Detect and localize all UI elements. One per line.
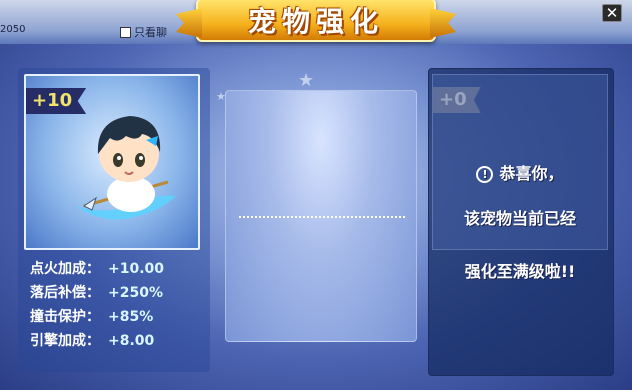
stat-label: 落后补偿：: [30, 285, 100, 301]
message-line-1: ! 恭喜你，: [432, 160, 608, 184]
page-title: 宠物强化: [247, 5, 384, 38]
stat-value: +10.00: [108, 261, 165, 277]
checkbox-icon[interactable]: [120, 26, 131, 38]
stat-row: 引擎加成： +8.00: [30, 330, 164, 354]
star-icon: ★: [298, 70, 315, 91]
pet-stats: 点火加成： +10.00 落后补偿： +250% 撞击保护： +85% 引擎加成： +8…: [30, 258, 164, 354]
message-line-2: 该宠物当前已经: [463, 209, 576, 228]
stat-value: +85%: [108, 309, 154, 325]
congrats-text: 恭喜你，: [499, 164, 564, 183]
title-banner: 宠物强化: [196, 0, 436, 42]
stat-value: +250%: [108, 285, 163, 301]
stat-row: 点火加成： +10.00: [30, 258, 164, 282]
close-icon: ✕: [605, 4, 619, 22]
close-button[interactable]: ✕: [602, 4, 622, 22]
stat-row: 撞击保护： +85%: [30, 306, 164, 330]
warning-icon: !: [476, 166, 494, 183]
dotted-divider: [239, 216, 405, 218]
pet-avatar: [76, 116, 176, 220]
stat-value: +8.00: [108, 333, 155, 349]
top-info-text: 2050: [0, 24, 26, 35]
checkbox-label: 只看聊: [134, 26, 167, 39]
message-line-3: 强化至满级啦!!: [464, 262, 576, 281]
stat-row: 落后补偿： +250%: [30, 282, 164, 306]
result-level-badge: +0: [433, 87, 481, 113]
stat-label: 撞击保护：: [30, 309, 100, 325]
pet-card[interactable]: +10: [24, 74, 200, 250]
stat-label: 引擎加成：: [30, 333, 100, 349]
filter-checkbox[interactable]: 只看聊: [120, 24, 167, 40]
stat-label: 点火加成：: [30, 261, 100, 277]
